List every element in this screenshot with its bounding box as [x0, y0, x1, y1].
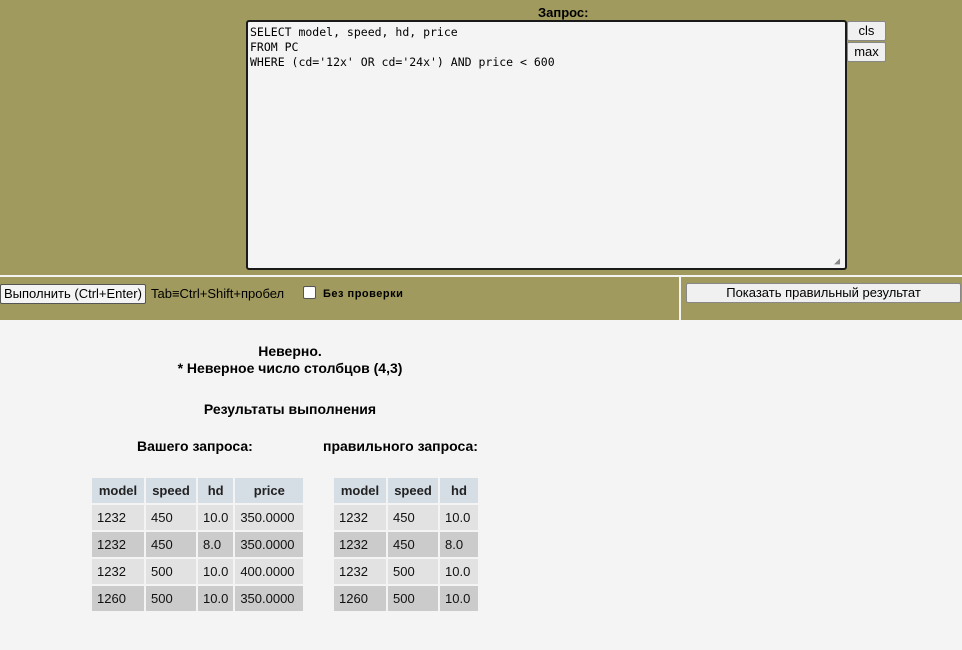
verdict-text: Неверно. [258, 343, 322, 359]
table-cell: 10.0 [440, 586, 478, 611]
table-row: 1232 450 8.0 350.0000 [92, 532, 304, 557]
column-header: speed [146, 478, 196, 503]
column-header: model [334, 478, 386, 503]
table-cell: 1232 [334, 505, 386, 530]
table-cell: 500 [146, 559, 196, 584]
table-cell: 450 [146, 505, 196, 530]
table-cell: 350.0000 [235, 586, 304, 611]
table-cell: 1232 [334, 559, 386, 584]
max-button[interactable]: max [847, 42, 886, 62]
table-row: 1260 500 10.0 350.0000 [92, 586, 304, 611]
table-cell: 500 [388, 559, 438, 584]
table-cell: 1232 [92, 559, 144, 584]
table-cell: 350.0000 [235, 505, 304, 530]
table-cell: 10.0 [440, 505, 478, 530]
table-cell: 10.0 [198, 505, 234, 530]
column-header: model [92, 478, 144, 503]
no-check-label: Без проверки [323, 288, 404, 300]
table-cell: 1232 [334, 532, 386, 557]
table-cell: 450 [388, 505, 438, 530]
table-cell: 500 [388, 586, 438, 611]
table-row: 1232 500 10.0 400.0000 [92, 559, 304, 584]
table-cell: 400.0000 [235, 559, 304, 584]
query-label: Запрос: [538, 5, 589, 20]
column-header: hd [440, 478, 478, 503]
cls-button[interactable]: cls [847, 21, 886, 41]
table-cell: 8.0 [440, 532, 478, 557]
table-cell: 450 [146, 532, 196, 557]
table-cell: 1260 [92, 586, 144, 611]
table-header-row: model speed hd price [92, 478, 304, 503]
results-title: Результаты выполнения [203, 401, 377, 417]
table-cell: 1260 [334, 586, 386, 611]
table-cell: 1232 [92, 532, 144, 557]
table-cell: 450 [388, 532, 438, 557]
table-cell: 1232 [92, 505, 144, 530]
table-cell: 8.0 [198, 532, 234, 557]
column-header: price [235, 478, 304, 503]
table-cell: 10.0 [440, 559, 478, 584]
table-header-row: model speed hd [334, 478, 478, 503]
table-cell: 500 [146, 586, 196, 611]
table-row: 1232 450 10.0 [334, 505, 478, 530]
column-header: hd [198, 478, 234, 503]
no-check-checkbox[interactable] [303, 286, 316, 299]
execute-button[interactable]: Выполнить (Ctrl+Enter) [0, 284, 146, 304]
table-cell: 10.0 [198, 559, 234, 584]
table-cell: 10.0 [198, 586, 234, 611]
your-query-label: Вашего запроса: [137, 438, 253, 454]
table-row: 1232 450 10.0 350.0000 [92, 505, 304, 530]
table-row: 1260 500 10.0 [334, 586, 478, 611]
resize-grip-icon[interactable]: ◢ [834, 257, 844, 267]
your-result-table: model speed hd price 1232 450 10.0 350.0000 123… [90, 476, 305, 613]
table-row: 1232 450 8.0 [334, 532, 478, 557]
column-header: speed [388, 478, 438, 503]
correct-result-table: model speed hd 1232 450 10.0 1232 450 8.0 1232 50… [332, 476, 480, 613]
show-correct-result-button[interactable]: Показать правильный результат [686, 283, 961, 303]
correct-query-label: правильного запроса: [323, 438, 478, 454]
tab-hint: Tab≡Ctrl+Shift+пробел [151, 286, 285, 301]
error-text: * Неверное число столбцов (4,3) [177, 360, 403, 376]
table-row: 1232 500 10.0 [334, 559, 478, 584]
table-cell: 350.0000 [235, 532, 304, 557]
query-textarea[interactable]: SELECT model, speed, hd, price FROM PC W… [246, 20, 847, 270]
